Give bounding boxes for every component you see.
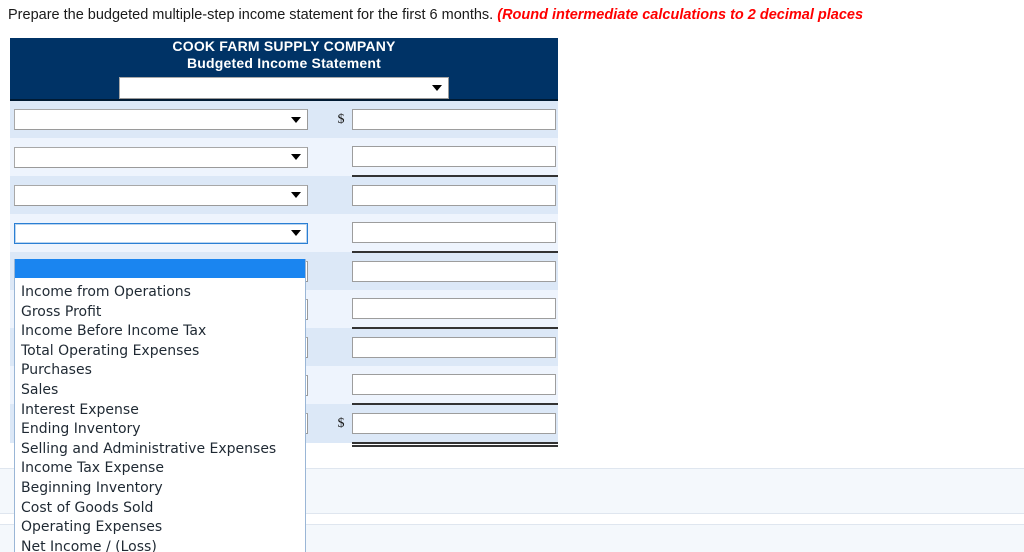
chevron-down-icon — [291, 154, 301, 160]
row-4-amount-cell — [352, 214, 558, 253]
dropdown-option[interactable]: Operating Expenses — [15, 518, 305, 538]
row-5-currency-symbol — [330, 252, 352, 290]
dropdown-option[interactable]: Income Tax Expense — [15, 459, 305, 479]
dropdown-option-blank[interactable] — [15, 259, 305, 278]
row-4-amount-input[interactable] — [352, 222, 556, 243]
row-1-account-value — [15, 110, 307, 131]
chevron-down-icon — [291, 192, 301, 198]
row-3-amount-cell — [352, 176, 558, 214]
row-7-currency-symbol — [330, 328, 352, 366]
row-2-amount-cell — [352, 138, 558, 177]
row-5-amount-input[interactable] — [352, 261, 556, 282]
table-row — [10, 214, 558, 253]
table-row — [10, 138, 558, 177]
dropdown-option[interactable]: Interest Expense — [15, 401, 305, 421]
statement-header-row: COOK FARM SUPPLY COMPANY Budgeted Income… — [10, 38, 558, 101]
row-6-currency-symbol — [330, 290, 352, 328]
row-4-label-cell — [10, 214, 330, 252]
table-row — [10, 176, 558, 214]
row-8-amount-cell — [352, 366, 558, 405]
row-1-currency-symbol: $ — [330, 100, 352, 138]
row-2-label-cell — [10, 138, 330, 176]
row-3-amount-input[interactable] — [352, 185, 556, 206]
instruction-main: Prepare the budgeted multiple-step incom… — [8, 7, 498, 23]
statement-header-cell: COOK FARM SUPPLY COMPANY Budgeted Income… — [10, 38, 558, 101]
dropdown-option[interactable]: Purchases — [15, 361, 305, 381]
row-8-currency-symbol — [330, 366, 352, 404]
dropdown-option[interactable]: Beginning Inventory — [15, 479, 305, 499]
instruction-text: Prepare the budgeted multiple-step incom… — [8, 6, 1024, 24]
row-7-amount-input[interactable] — [352, 337, 556, 358]
dropdown-option[interactable]: Ending Inventory — [15, 420, 305, 440]
row-6-amount-cell — [352, 290, 558, 329]
chevron-down-icon — [291, 116, 301, 123]
row-3-currency-symbol — [330, 176, 352, 214]
row-1-account-select[interactable] — [14, 109, 308, 130]
row-8-amount-input[interactable] — [352, 374, 556, 395]
period-select[interactable] — [119, 77, 449, 99]
row-1-amount-input[interactable] — [352, 109, 556, 130]
period-select-value — [120, 78, 448, 99]
row-9-amount-cell — [352, 404, 558, 446]
row-4-account-select[interactable] — [14, 222, 308, 245]
dropdown-option[interactable]: Selling and Administrative Expenses — [15, 440, 305, 460]
chevron-down-icon — [291, 230, 301, 236]
dropdown-option[interactable]: Total Operating Expenses — [15, 342, 305, 362]
row-3-account-select[interactable] — [14, 184, 308, 207]
statement-title: Budgeted Income Statement — [186, 55, 382, 71]
dropdown-option[interactable]: Cost of Goods Sold — [15, 499, 305, 519]
row-5-amount-cell — [352, 252, 558, 290]
row-7-amount-cell — [352, 328, 558, 366]
chevron-down-icon — [432, 85, 442, 91]
dropdown-option[interactable]: Income Before Income Tax — [15, 322, 305, 342]
company-name: COOK FARM SUPPLY COMPANY — [172, 38, 396, 54]
row-3-account-value — [15, 186, 307, 207]
dropdown-option[interactable]: Income from Operations — [15, 283, 305, 303]
instruction-emphasis: (Round intermediate calculations to 2 de… — [497, 7, 864, 23]
dropdown-option[interactable]: Sales — [15, 381, 305, 401]
page-root: Prepare the budgeted multiple-step incom… — [0, 0, 1024, 552]
row-1-label-cell — [10, 100, 330, 138]
dropdown-option[interactable]: Gross Profit — [15, 303, 305, 323]
table-row: $ — [10, 100, 558, 138]
row-1-amount-cell — [352, 100, 558, 138]
row-3-label-cell — [10, 176, 330, 214]
row-6-amount-input[interactable] — [352, 298, 556, 319]
period-select-wrap — [10, 77, 558, 99]
row-2-account-value — [15, 148, 307, 169]
row-9-currency-symbol: $ — [330, 404, 352, 443]
row-4-account-value — [15, 224, 307, 245]
row-2-currency-symbol — [330, 138, 352, 176]
dropdown-option[interactable]: Net Income / (Loss) — [15, 538, 305, 552]
row-4-currency-symbol — [330, 214, 352, 252]
row-9-amount-input[interactable] — [352, 413, 556, 434]
row-2-amount-input[interactable] — [352, 146, 556, 167]
row-2-account-select[interactable] — [14, 146, 308, 169]
account-dropdown-listbox[interactable]: Income from Operations Gross Profit Income… — [14, 259, 306, 552]
